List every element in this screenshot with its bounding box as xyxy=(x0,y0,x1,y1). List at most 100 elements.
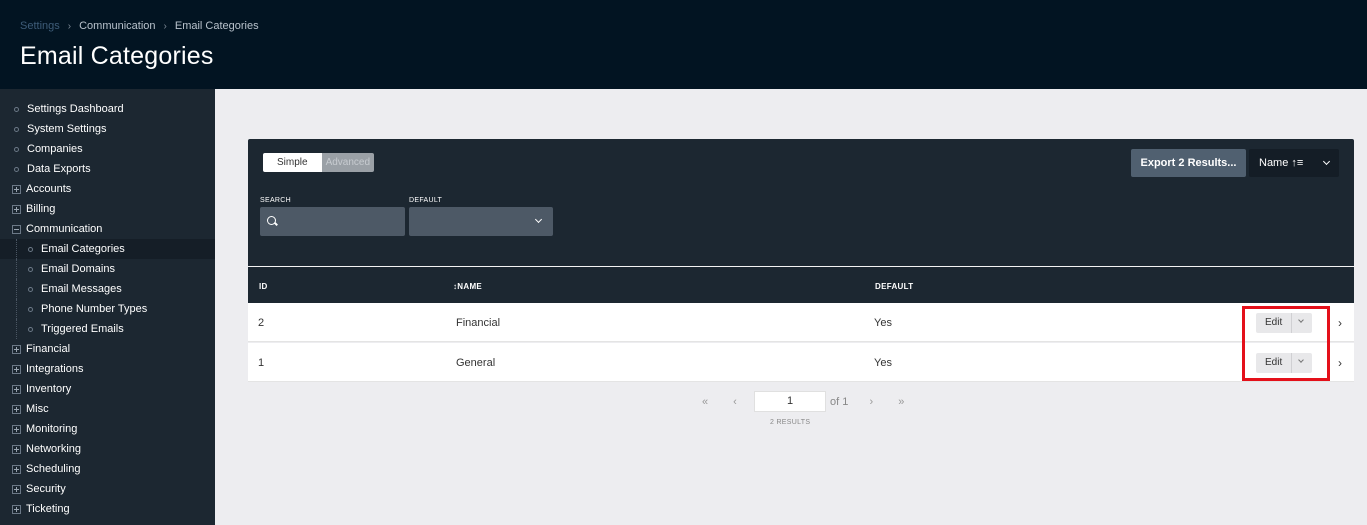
expand-icon[interactable] xyxy=(12,464,21,474)
sidebar-item-label: Ticketing xyxy=(26,503,70,515)
cell-id: 1 xyxy=(258,357,265,369)
sort-select[interactable]: Name ↑≡ xyxy=(1249,149,1339,177)
sidebar-item-data-exports[interactable]: Data Exports xyxy=(0,159,215,179)
sidebar-item-email-domains[interactable]: Email Domains xyxy=(0,259,215,279)
expand-icon[interactable] xyxy=(12,404,21,414)
expand-icon[interactable] xyxy=(12,344,21,354)
table-header: ID ↕NAME DEFAULT xyxy=(248,266,1354,303)
sidebar-item-settings-dashboard[interactable]: Settings Dashboard xyxy=(0,99,215,119)
sidebar-item-phone-number-types[interactable]: Phone Number Types xyxy=(0,299,215,319)
default-label: DEFAULT xyxy=(409,197,443,204)
expand-icon[interactable] xyxy=(12,484,21,494)
sidebar-item-email-categories[interactable]: Email Categories xyxy=(0,239,215,259)
chevron-right-icon[interactable]: › xyxy=(1338,316,1342,330)
sidebar-item-security[interactable]: Security xyxy=(0,479,215,499)
expand-icon[interactable] xyxy=(12,504,21,514)
bullet-icon xyxy=(28,246,33,252)
highlight-box xyxy=(1242,306,1330,381)
sidebar-item-triggered-emails[interactable]: Triggered Emails xyxy=(0,319,215,339)
sidebar-item-label: System Settings xyxy=(27,123,107,135)
sidebar-item-misc[interactable]: Misc xyxy=(0,399,215,419)
filter-mode-toggle: Simple Advanced xyxy=(263,153,375,172)
breadcrumb-current: Email Categories xyxy=(174,20,259,32)
cell-default: Yes xyxy=(874,357,892,369)
sidebar-item-label: Inventory xyxy=(26,383,72,395)
bullet-icon xyxy=(14,146,19,152)
export-button[interactable]: Export 2 Results... xyxy=(1131,149,1246,177)
sidebar-item-system-settings[interactable]: System Settings xyxy=(0,119,215,139)
bullet-icon xyxy=(28,306,33,312)
expand-icon[interactable] xyxy=(12,184,21,194)
pagination: « ‹ 1 of 1 › » xyxy=(690,391,916,412)
cell-default: Yes xyxy=(874,317,892,329)
sidebar-item-monitoring[interactable]: Monitoring xyxy=(0,419,215,439)
filter-panel: Simple Advanced SEARCH DEFAULT Export 2 … xyxy=(248,139,1354,266)
collapse-icon[interactable] xyxy=(12,224,21,234)
sidebar-item-companies[interactable]: Companies xyxy=(0,139,215,159)
column-default[interactable]: DEFAULT xyxy=(875,282,913,291)
breadcrumb-separator-icon: › xyxy=(67,20,72,32)
sort-label: Name ↑≡ xyxy=(1259,157,1304,169)
chevron-down-icon xyxy=(1322,157,1331,166)
breadcrumb-separator-icon: › xyxy=(163,20,167,32)
page-title: Email Categories xyxy=(20,42,214,70)
column-name[interactable]: ↕NAME xyxy=(453,282,482,291)
sidebar-item-integrations[interactable]: Integrations xyxy=(0,359,215,379)
sidebar-item-financial[interactable]: Financial xyxy=(0,339,215,359)
bullet-icon xyxy=(28,286,33,292)
advanced-mode-button[interactable]: Advanced xyxy=(321,153,375,172)
expand-icon[interactable] xyxy=(12,384,21,394)
sidebar-item-label: Financial xyxy=(26,343,71,355)
results-count: 2 RESULTS xyxy=(770,419,811,426)
chevron-right-icon[interactable]: › xyxy=(1338,356,1342,370)
bullet-icon xyxy=(14,106,19,112)
sidebar-item-accounts[interactable]: Accounts xyxy=(0,179,215,199)
expand-icon[interactable] xyxy=(12,364,21,374)
search-input[interactable] xyxy=(260,207,405,236)
sidebar-item-inventory[interactable]: Inventory xyxy=(0,379,215,399)
bullet-icon xyxy=(28,266,33,272)
last-page-button[interactable]: » xyxy=(886,396,916,408)
breadcrumb: Settings › Communication › Email Categor… xyxy=(20,20,259,32)
page-count: of 1 xyxy=(830,395,849,408)
breadcrumb-communication[interactable]: Communication xyxy=(79,20,155,32)
prev-page-button[interactable]: ‹ xyxy=(720,396,750,408)
sidebar-item-label: Companies xyxy=(27,143,83,155)
expand-icon[interactable] xyxy=(12,424,21,434)
sidebar-item-label: Monitoring xyxy=(26,423,78,435)
expand-icon[interactable] xyxy=(12,204,21,214)
sidebar-item-communication[interactable]: Communication xyxy=(0,219,215,239)
search-label: SEARCH xyxy=(260,197,291,204)
sidebar-item-ticketing[interactable]: Ticketing xyxy=(0,499,215,519)
search-icon xyxy=(267,216,276,225)
table-row[interactable]: 1 General Yes Edit › xyxy=(248,343,1354,382)
sidebar-item-label: Communication xyxy=(26,223,103,235)
sidebar-item-email-messages[interactable]: Email Messages xyxy=(0,279,215,299)
sidebar-item-label: Triggered Emails xyxy=(41,323,124,335)
chevron-down-icon xyxy=(534,215,543,224)
bullet-icon xyxy=(14,166,19,172)
sidebar-item-label: Security xyxy=(26,483,66,495)
sidebar-item-label: Misc xyxy=(26,403,49,415)
sidebar-item-scheduling[interactable]: Scheduling xyxy=(0,459,215,479)
bullet-icon xyxy=(14,126,19,132)
next-page-button[interactable]: › xyxy=(856,396,886,408)
bullet-icon xyxy=(28,326,33,332)
default-select[interactable] xyxy=(409,207,553,236)
table-row[interactable]: 2 Financial Yes Edit › xyxy=(248,303,1354,342)
sidebar-item-label: Phone Number Types xyxy=(41,303,148,315)
column-id[interactable]: ID xyxy=(259,282,268,291)
sidebar-item-billing[interactable]: Billing xyxy=(0,199,215,219)
breadcrumb-settings[interactable]: Settings xyxy=(20,20,60,32)
sidebar-item-label: Email Domains xyxy=(41,263,115,275)
sidebar-item-label: Settings Dashboard xyxy=(27,103,124,115)
sidebar-item-networking[interactable]: Networking xyxy=(0,439,215,459)
first-page-button[interactable]: « xyxy=(690,396,720,408)
expand-icon[interactable] xyxy=(12,444,21,454)
sidebar: Settings Dashboard System Settings Compani… xyxy=(0,89,215,525)
page-input[interactable]: 1 xyxy=(754,391,826,412)
simple-mode-button[interactable]: Simple xyxy=(263,153,322,172)
cell-name: Financial xyxy=(456,317,501,329)
sidebar-item-label: Email Messages xyxy=(41,283,122,295)
page-header: Settings › Communication › Email Categor… xyxy=(0,0,1367,89)
